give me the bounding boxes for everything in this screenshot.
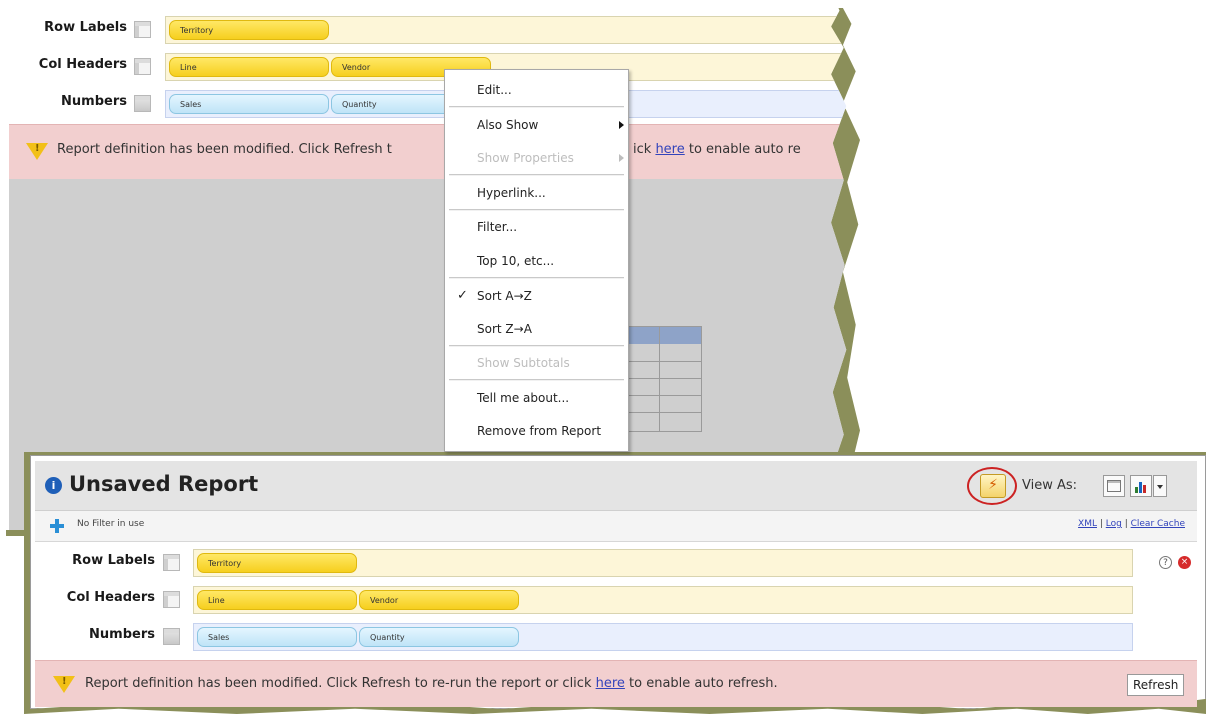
row-labels-layout-icon[interactable] [134,21,151,38]
toolbar-links: XML | Log | Clear Cache [1078,519,1185,529]
top-report-panel: Row Labels Territory Col Headers Line Ve… [0,0,847,530]
report-header-bar: i Unsaved Report ⚡ View As: [35,461,1197,511]
report-title: Unsaved Report [69,472,259,496]
menu-separator [449,379,624,381]
menu-separator [449,174,624,176]
menu-item-remove-from-report[interactable]: Remove from Report [445,419,628,443]
warning-text-tail: ick here to enable auto re [633,142,801,157]
menu-item-also-show[interactable]: Also Show [445,113,628,137]
warning-icon [53,676,75,693]
top-row-labels-row: Row Labels Territory [0,13,847,47]
col-headers-layout-icon[interactable] [163,591,180,608]
log-link[interactable]: Log [1106,519,1122,529]
table-icon [1107,480,1121,492]
submenu-arrow-icon [619,154,624,162]
menu-item-tell-me-about[interactable]: Tell me about... [445,386,628,410]
menu-item-show-subtotals: Show Subtotals [477,356,570,370]
menu-item-filter[interactable]: Filter... [445,215,628,239]
submenu-arrow-icon [619,121,624,129]
highlight-circle [967,467,1017,505]
numbers-layout-icon[interactable] [163,628,180,645]
warning-text: Report definition has been modified. Cli… [57,142,392,157]
chip-vendor[interactable]: Vendor [359,590,519,610]
filter-bar: No Filter in use XML | Log | Clear Cache [35,511,1197,542]
menu-item-edit[interactable]: Edit... [445,78,628,102]
numbers-layout-icon[interactable] [134,95,151,112]
bottom-fields-area: Row Labels Territory ? × Col Headers Lin… [35,542,1197,660]
auto-refresh-link[interactable]: here [655,142,684,157]
filter-status-text: No Filter in use [77,519,145,529]
view-as-label: View As: [1022,478,1078,493]
menu-item-sort-z-a[interactable]: Sort Z→A [445,317,628,341]
menu-item-show-properties: Show Properties [445,146,628,170]
chip-sales[interactable]: Sales [197,627,357,647]
xml-link[interactable]: XML [1078,519,1097,529]
view-as-chart-button[interactable] [1130,475,1152,497]
chip-line[interactable]: Line [197,590,357,610]
chip-quantity[interactable]: Quantity [359,627,519,647]
menu-separator [449,277,624,279]
numbers-label: Numbers [89,627,155,642]
checkmark-icon: ✓ [457,288,468,303]
info-icon[interactable]: i [45,477,62,494]
chevron-down-icon [1157,485,1163,489]
view-as-table-button[interactable] [1103,475,1125,497]
numbers-label: Numbers [61,94,127,109]
chip-territory[interactable]: Territory [169,20,329,40]
col-headers-label: Col Headers [66,590,155,605]
chip-line[interactable]: Line [169,57,329,77]
refresh-button[interactable]: Refresh [1127,674,1185,696]
help-icon[interactable]: ? [1159,556,1172,569]
view-as-dropdown-button[interactable] [1153,475,1167,497]
field-context-menu: Edit... Also Show Show Properties Hyperl… [444,69,629,452]
col-headers-layout-icon[interactable] [134,58,151,75]
row-labels-label: Row Labels [44,20,127,35]
bottom-numbers-row: Numbers Sales Quantity [35,620,1197,654]
top-numbers-row: Numbers Sales Quantity [0,87,847,121]
bar-chart-icon [1135,481,1149,493]
chip-territory[interactable]: Territory [197,553,357,573]
bottom-row-labels-row: Row Labels Territory ? × [35,546,1197,580]
menu-item-top-10[interactable]: Top 10, etc... [445,249,628,273]
top-warning-bar: Report definition has been modified. Cli… [9,124,847,179]
row-labels-layout-icon[interactable] [163,554,180,571]
chip-sales[interactable]: Sales [169,94,329,114]
empty-report-table-icon [618,326,702,432]
numbers-drop-zone[interactable]: Sales Quantity [193,623,1133,651]
menu-separator [449,345,624,347]
menu-separator [449,106,624,108]
bottom-col-headers-row: Col Headers Line Vendor [35,583,1197,617]
bottom-warning-bar: Report definition has been modified. Cli… [35,660,1197,707]
warning-icon [26,143,48,160]
menu-separator [449,209,624,211]
col-headers-drop-zone[interactable]: Line Vendor [193,586,1133,614]
top-col-headers-row: Col Headers Line Vendor [0,50,847,84]
clear-cache-link[interactable]: Clear Cache [1131,519,1185,529]
auto-refresh-link[interactable]: here [596,676,625,691]
row-labels-drop-zone[interactable]: Territory [193,549,1133,577]
row-labels-drop-zone[interactable]: Territory [165,16,847,44]
menu-item-sort-a-z[interactable]: ✓ Sort A→Z [445,284,628,308]
close-icon[interactable]: × [1178,556,1191,569]
col-headers-label: Col Headers [38,57,127,72]
row-labels-label: Row Labels [72,553,155,568]
warning-text: Report definition has been modified. Cli… [85,676,778,691]
menu-item-hyperlink[interactable]: Hyperlink... [445,181,628,205]
add-filter-plus-icon[interactable] [50,519,64,533]
